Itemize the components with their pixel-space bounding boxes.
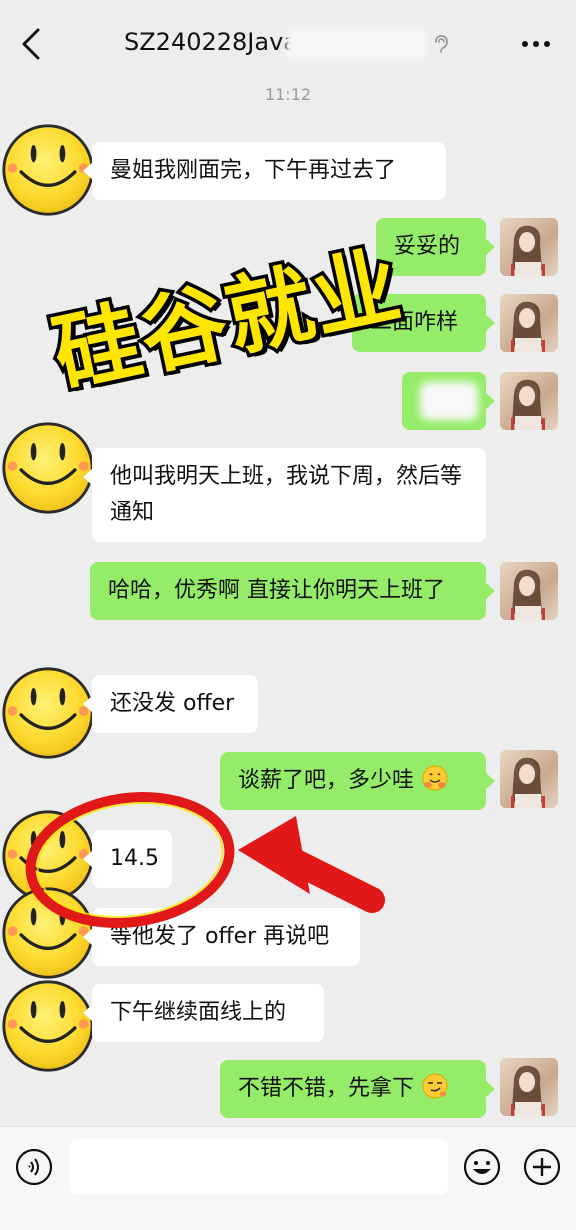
red-arrow-icon	[238, 816, 385, 913]
message-input[interactable]	[70, 1139, 448, 1195]
red-annotation	[25, 792, 385, 928]
voice-icon[interactable]	[14, 1147, 54, 1187]
highlight-circle	[25, 792, 235, 928]
input-bar	[0, 1126, 576, 1230]
emoji-icon[interactable]	[462, 1147, 502, 1187]
plus-icon[interactable]	[522, 1147, 562, 1187]
